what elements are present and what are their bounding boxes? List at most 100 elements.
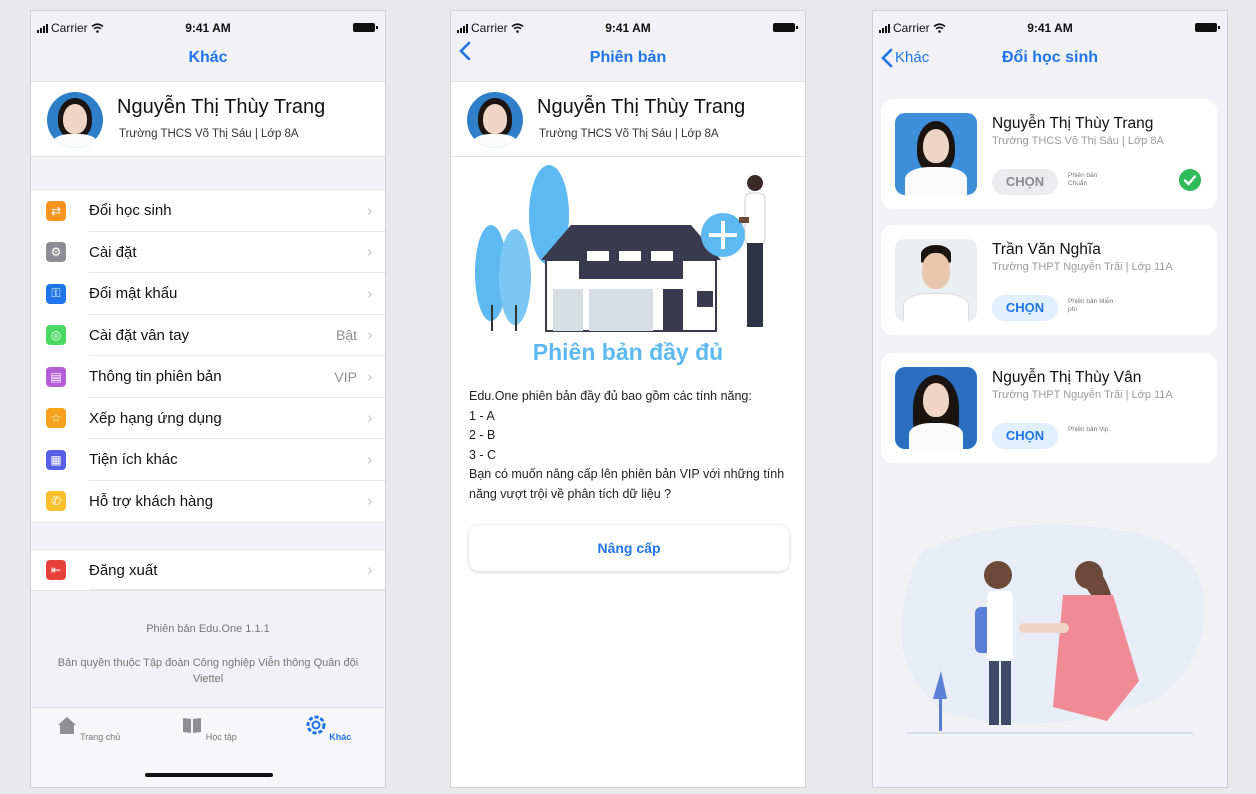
description-line: 2 - B <box>469 428 496 442</box>
menu-item-other-utilities[interactable]: ▦ Tiện ích khác › <box>31 439 385 481</box>
grid-icon: ▦ <box>46 449 66 470</box>
tab-more[interactable]: Khác <box>288 714 368 742</box>
check-icon <box>1179 169 1201 191</box>
student-card[interactable]: Trần Văn Nghĩa Trường THPT Nguyễn Trãi |… <box>881 225 1217 335</box>
plan-label: Phiên bản Chuẩn <box>1068 172 1098 187</box>
battery-icon <box>353 23 378 32</box>
chevron-right-icon: › <box>367 561 373 579</box>
swap-icon: ⇄ <box>46 200 66 221</box>
phone-icon: ✆ <box>46 491 66 512</box>
upgrade-button[interactable]: Nâng cấp <box>469 525 789 571</box>
status-time: 9:41 AM <box>185 21 231 35</box>
menu-item-fingerprint[interactable]: ◎ Cài đặt vân tay Bật › <box>31 315 385 357</box>
settings-menu: ⇄ Đổi học sinh › ⚙ Cài đặt › ⚿ Đổi mật k… <box>31 189 385 523</box>
menu-item-value: Bật <box>335 327 357 344</box>
description-line: 1 - A <box>469 408 495 423</box>
student-card[interactable]: Nguyễn Thị Thùy Trang Trường THCS Võ Thị… <box>881 99 1217 209</box>
copyright-text: Bản quyền thuộc Tập đoàn Công nghiệp Viễ… <box>57 657 359 685</box>
student-school: Trường THPT Nguyễn Trãi | Lớp 11A <box>992 389 1173 401</box>
chevron-left-icon <box>881 48 893 68</box>
phone-screen-more: Carrier 9:41 AM Khác Nguyễn Thị Thùy Tra… <box>30 10 386 788</box>
home-indicator[interactable] <box>145 773 273 777</box>
phone-screen-version: Carrier 9:41 AM Phiên bản Nguyễn Thị Thù… <box>450 10 806 788</box>
student-photo <box>895 113 977 195</box>
student-card[interactable]: Nguyễn Thị Thùy Vân Trường THPT Nguyễn T… <box>881 353 1217 463</box>
profile-name: Nguyễn Thị Thùy Trang <box>537 96 746 118</box>
status-bar: Carrier 9:41 AM <box>31 11 385 41</box>
chevron-right-icon: › <box>367 409 373 428</box>
logout-icon: ⇤ <box>46 560 66 580</box>
plan-label: Phiên bản Vip <box>1068 426 1109 433</box>
key-icon: ⚿ <box>46 283 66 304</box>
back-button[interactable]: Khác <box>881 41 929 75</box>
menu-item-customer-support[interactable]: ✆ Hỗ trợ khách hàng › <box>31 481 385 523</box>
profile-school: Trường THCS Võ Thị Sáu | Lớp 8A <box>539 128 719 140</box>
menu-item-value: VIP <box>334 368 357 385</box>
menu-item-version-info[interactable]: ▤ Thông tin phiên bản VIP › <box>31 356 385 398</box>
home-icon <box>57 717 76 734</box>
tab-bar: Trang chủ Học tập Khác <box>31 707 385 787</box>
profile-header: Nguyễn Thị Thùy Trang Trường THCS Võ Thị… <box>451 81 805 157</box>
menu-item-label: Đổi mật khẩu <box>89 285 178 303</box>
battery-icon <box>773 23 798 32</box>
menu-item-label: Thông tin phiên bản <box>89 368 222 386</box>
student-photo <box>895 239 977 321</box>
menu-item-label: Cài đặt vân tay <box>89 326 190 344</box>
version-headline: Phiên bản đầy đủ <box>532 339 724 365</box>
parent-child-illustration <box>901 524 1205 734</box>
settings-icon <box>306 715 326 735</box>
tab-label: Trang chủ <box>80 732 121 742</box>
page-title: Đổi học sinh <box>1002 49 1098 66</box>
phone-screen-change-student: Carrier 9:41 AM Khác Đổi học sinh Nguyễn… <box>872 10 1228 788</box>
back-button[interactable] <box>459 41 471 61</box>
profile-header: Nguyễn Thị Thùy Trang Trường THCS Võ Thị… <box>31 81 385 157</box>
avatar <box>467 92 523 148</box>
nav-bar: Phiên bản <box>451 41 805 81</box>
version-icon: ▤ <box>46 366 66 387</box>
chevron-right-icon: › <box>367 201 373 220</box>
tab-study[interactable]: Học tập <box>169 714 249 742</box>
tab-label: Khác <box>329 732 352 742</box>
chevron-right-icon: › <box>367 243 373 262</box>
version-description: Edu.One phiên bản đầy đủ bao gồm các tín… <box>469 387 791 504</box>
student-name: Trần Văn Nghĩa <box>992 241 1101 258</box>
menu-item-label: Hỗ trợ khách hàng <box>89 492 214 510</box>
star-icon: ☆ <box>46 408 66 429</box>
logout-button[interactable]: ⇤ Đăng xuất › <box>31 549 385 591</box>
profile-school: Trường THCS Võ Thị Sáu | Lớp 8A <box>119 128 299 140</box>
student-school: Trường THPT Nguyễn Trãi | Lớp 11A <box>992 261 1173 273</box>
select-button[interactable]: CHỌN <box>992 423 1058 449</box>
chevron-right-icon: › <box>367 367 373 386</box>
page-title: Khác <box>188 49 228 66</box>
house-illustration <box>475 165 766 332</box>
version-content: Phiên bản đầy đủ Edu.One phiên bản đầy đ… <box>451 157 805 787</box>
select-button[interactable]: CHỌN <box>992 295 1058 321</box>
menu-item-change-password[interactable]: ⚿ Đổi mật khẩu › <box>31 273 385 315</box>
description-line: Bạn có muốn nâng cấp lên phiên bản VIP v… <box>469 467 785 501</box>
version-text: Phiên bản Edu.One 1.1.1 <box>146 623 270 635</box>
profile-name: Nguyễn Thị Thùy Trang <box>117 96 326 118</box>
student-photo <box>895 367 977 449</box>
student-school: Trường THCS Võ Thị Sáu | Lớp 8A <box>992 135 1164 147</box>
chevron-left-icon <box>459 41 471 61</box>
menu-item-change-student[interactable]: ⇄ Đổi học sinh › <box>31 190 385 232</box>
menu-item-label: Cài đặt <box>89 243 137 261</box>
nav-bar: Khác Đổi học sinh <box>873 41 1227 81</box>
menu-item-label: Xếp hạng ứng dụng <box>89 409 222 427</box>
status-time: 9:41 AM <box>605 21 651 35</box>
chevron-right-icon: › <box>367 284 373 303</box>
description-line: 3 - C <box>469 447 497 462</box>
book-icon <box>183 718 202 733</box>
battery-icon <box>1195 23 1220 32</box>
status-time: 9:41 AM <box>1027 21 1073 35</box>
nav-bar: Khác <box>31 41 385 81</box>
tab-home[interactable]: Trang chủ <box>48 714 128 742</box>
student-name: Nguyễn Thị Thùy Vân <box>992 369 1142 386</box>
menu-item-label: Đổi học sinh <box>89 202 172 220</box>
menu-item-settings[interactable]: ⚙ Cài đặt › <box>31 232 385 274</box>
description-line: Edu.One phiên bản đầy đủ bao gồm các tín… <box>469 389 752 403</box>
student-name: Nguyễn Thị Thùy Trang <box>992 115 1154 132</box>
menu-item-rate-app[interactable]: ☆ Xếp hạng ứng dụng › <box>31 398 385 440</box>
select-button[interactable]: CHỌN <box>992 169 1058 195</box>
chevron-right-icon: › <box>367 326 373 345</box>
